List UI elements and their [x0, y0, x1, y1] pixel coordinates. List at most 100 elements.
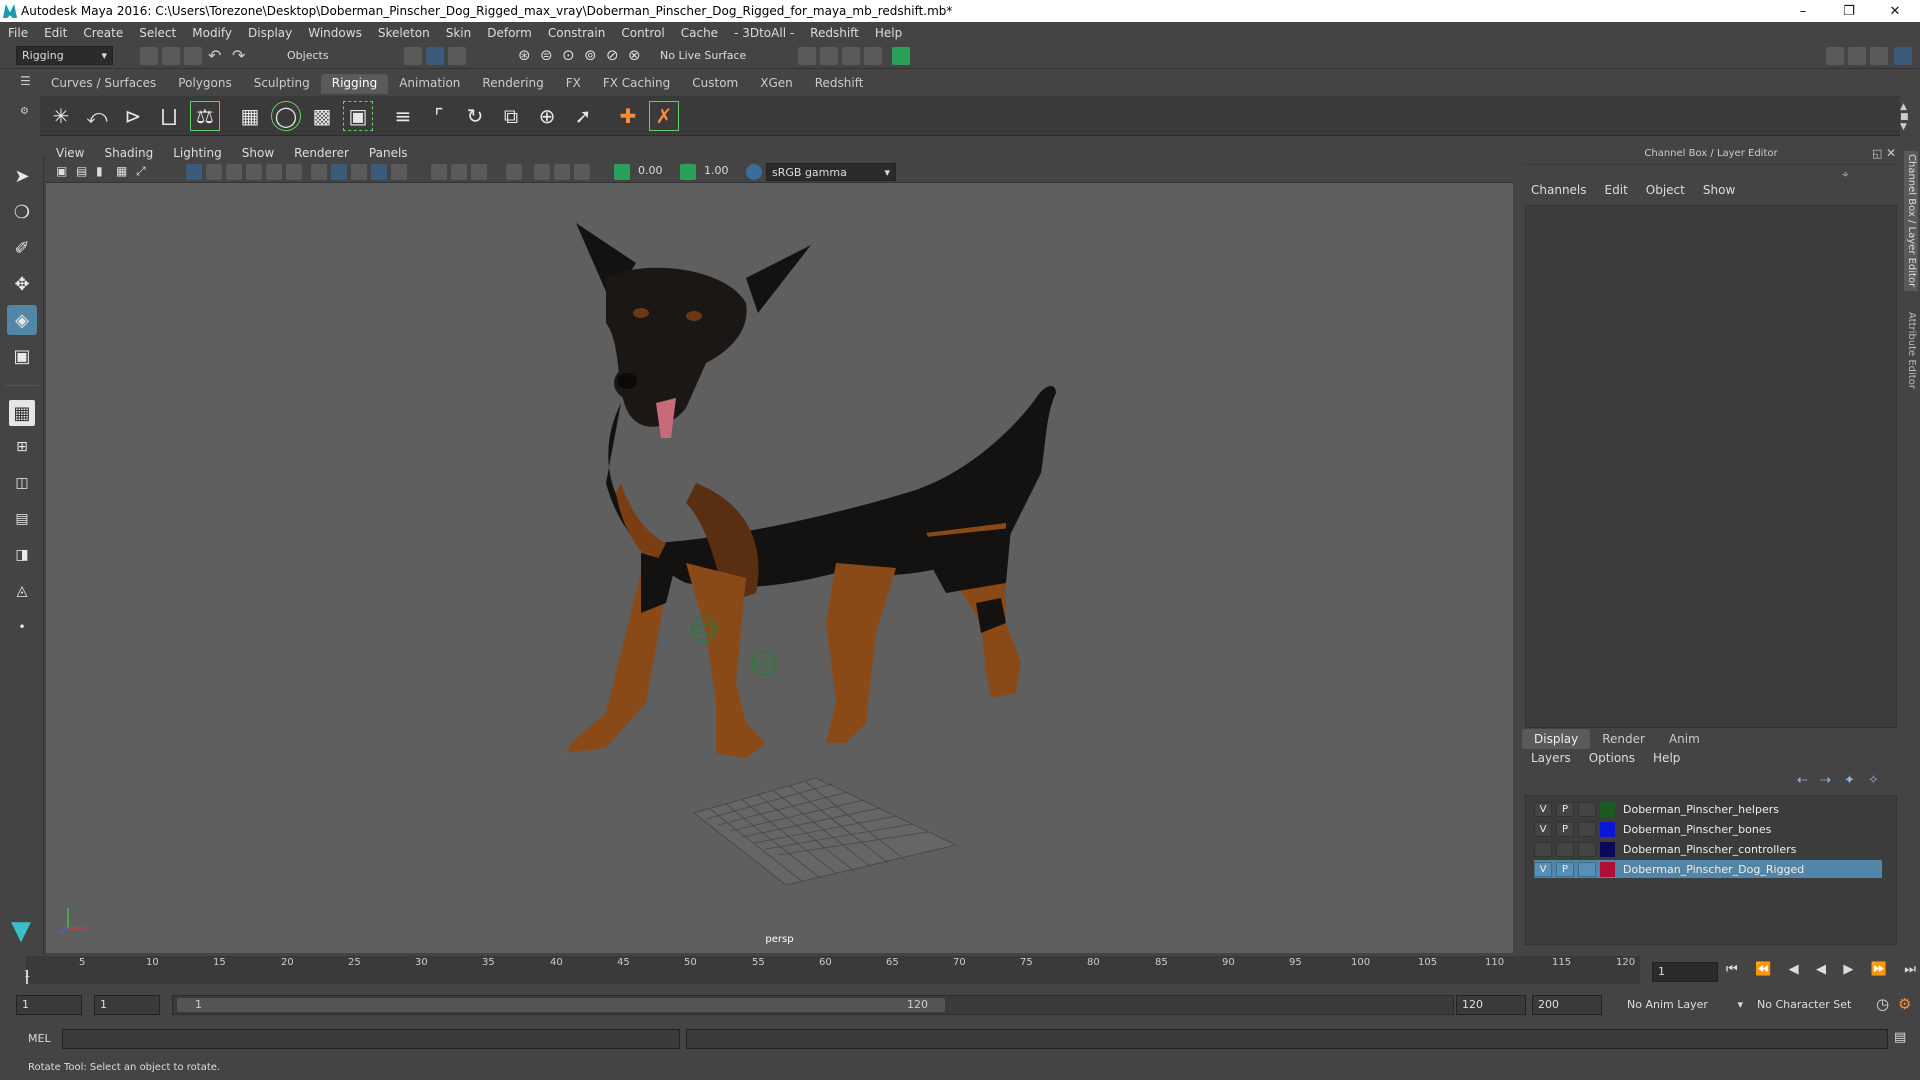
single-perspective-layout-icon[interactable]: ▦	[9, 400, 35, 426]
humanik-icon[interactable]: ⨆	[154, 101, 184, 131]
menuset-dropdown[interactable]: Rigging ▾	[16, 46, 113, 65]
move-layer-down-icon[interactable]: ⇢	[1820, 773, 1831, 788]
shelf-tab-animation[interactable]: Animation	[388, 74, 471, 94]
preferences-icon[interactable]: ⚙	[1898, 995, 1911, 1013]
snap-view-plane-icon[interactable]: ⊚	[584, 46, 597, 64]
hypershade-layout-icon[interactable]: ◨	[7, 540, 37, 570]
persp-graph-layout-icon[interactable]: ▤	[7, 504, 37, 534]
textured-icon[interactable]	[371, 164, 387, 180]
set-driven-key-icon[interactable]: ✗	[649, 100, 679, 131]
gate-mask-icon[interactable]	[246, 164, 262, 180]
redo-icon[interactable]: ↷	[232, 46, 245, 65]
exposure-icon[interactable]	[614, 164, 630, 180]
mel-label[interactable]: MEL	[28, 1032, 51, 1045]
paint-weights-icon[interactable]: ◯	[271, 100, 301, 131]
edit-menu[interactable]: Edit	[1596, 183, 1637, 197]
current-frame-field[interactable]: 1	[1652, 962, 1718, 982]
layer-visibility-toggle[interactable]: V	[1534, 801, 1552, 817]
resolution-gate-icon[interactable]	[226, 164, 242, 180]
orient-constraint-icon[interactable]: ⊕	[532, 101, 562, 131]
new-layer-icon[interactable]: ✦	[1844, 773, 1855, 788]
move-layer-up-icon[interactable]: ⇠	[1797, 773, 1808, 788]
select-hierarchy-icon[interactable]	[404, 47, 422, 65]
ipr-render-icon[interactable]	[842, 47, 860, 65]
snap-curve-icon[interactable]: ⊜	[540, 46, 553, 64]
tab-render[interactable]: Render	[1590, 729, 1657, 749]
playback-start-field[interactable]: 1	[94, 995, 160, 1015]
undo-icon[interactable]: ↶	[208, 46, 221, 65]
menu-skeleton[interactable]: Skeleton	[370, 26, 438, 40]
layer-playback-toggle[interactable]	[1556, 841, 1574, 857]
shelf-tab-fx-caching[interactable]: FX Caching	[592, 74, 681, 94]
layer-row[interactable]: V P Doberman_Pinscher_bones	[1534, 820, 1882, 838]
2d-pan-zoom-icon[interactable]: ⤢	[136, 164, 146, 179]
help-menu[interactable]: Help	[1644, 751, 1689, 765]
menu-help[interactable]: Help	[867, 26, 910, 40]
menu-cache[interactable]: Cache	[673, 26, 726, 40]
render-settings-icon[interactable]	[864, 47, 882, 65]
step-forward-key-icon[interactable]: ⏩	[1871, 962, 1887, 982]
xray-joints-icon[interactable]	[554, 164, 570, 180]
viewport-menu-lighting[interactable]: Lighting	[163, 146, 232, 160]
show-menu[interactable]: Show	[1694, 183, 1744, 197]
go-to-end-icon[interactable]: ⏭	[1904, 962, 1916, 982]
smooth-shade-icon[interactable]	[331, 164, 347, 180]
play-backward-icon[interactable]: ◀	[1816, 962, 1826, 982]
viewport-menu-show[interactable]: Show	[232, 146, 284, 160]
layer-display-type-toggle[interactable]	[1578, 861, 1596, 877]
close-panel-icon[interactable]: ✕	[1886, 146, 1896, 160]
camera-select-icon[interactable]: ▣	[56, 164, 67, 178]
viewport-menu-view[interactable]: View	[46, 146, 94, 160]
use-all-lights-icon[interactable]	[391, 164, 407, 180]
playback-end-field[interactable]: 120	[1456, 995, 1526, 1015]
auto-key-icon[interactable]: ◷	[1876, 995, 1889, 1013]
new-layer-from-selection-icon[interactable]: ✧	[1868, 773, 1879, 788]
bookmark-icon[interactable]: ▮	[96, 164, 103, 178]
selection-mode-dropdown[interactable]: Objects	[282, 46, 376, 65]
view-transform-dropdown[interactable]: sRGB gamma ▾	[766, 163, 896, 181]
image-plane-icon[interactable]: ▦	[116, 164, 127, 178]
channel-box-toggle-icon[interactable]	[1894, 47, 1912, 65]
layer-playback-toggle[interactable]: P	[1556, 801, 1574, 817]
shelf-tab-curves-surfaces[interactable]: Curves / Surfaces	[40, 74, 167, 94]
tab-display[interactable]: Display	[1522, 729, 1591, 749]
locator-icon[interactable]: ✚	[613, 101, 643, 131]
backface-culling-icon[interactable]	[574, 164, 590, 180]
layer-visibility-toggle[interactable]	[1534, 841, 1552, 857]
layer-color-swatch[interactable]	[1600, 821, 1615, 837]
object-menu[interactable]: Object	[1637, 183, 1694, 197]
snap-grid-icon[interactable]: ⊛	[518, 46, 531, 64]
layer-color-swatch[interactable]	[1600, 801, 1615, 817]
channel-box-options-icon[interactable]: ⌖	[1842, 167, 1849, 182]
step-back-frame-icon[interactable]: ◀	[1789, 962, 1799, 982]
menu-constrain[interactable]: Constrain	[540, 26, 614, 40]
layer-display-type-toggle[interactable]	[1578, 801, 1596, 817]
shelf-scroll-up-icon[interactable]: ▲ ■ ▼	[1900, 102, 1909, 132]
color-management-icon[interactable]	[746, 164, 762, 180]
safe-action-icon[interactable]	[286, 164, 302, 180]
grid-toggle-icon[interactable]	[186, 164, 202, 180]
render-view-icon[interactable]	[798, 47, 816, 65]
four-view-layout-icon[interactable]: ⊞	[7, 432, 37, 462]
menu-skin[interactable]: Skin	[438, 26, 480, 40]
menu-3dtoall[interactable]: - 3DtoAll -	[726, 26, 802, 40]
select-tool-icon[interactable]: ➤	[7, 161, 37, 191]
float-panel-icon[interactable]: ◱	[1872, 147, 1882, 160]
paint-select-tool-icon[interactable]: ✐	[7, 233, 37, 263]
layer-row[interactable]: V P Doberman_Pinscher_helpers	[1534, 800, 1882, 818]
menu-edit[interactable]: Edit	[36, 26, 75, 40]
menu-create[interactable]: Create	[75, 26, 131, 40]
xray-icon[interactable]	[534, 164, 550, 180]
layer-color-swatch[interactable]	[1600, 841, 1615, 857]
command-input[interactable]	[62, 1029, 680, 1049]
menu-windows[interactable]: Windows	[300, 26, 370, 40]
snap-point-icon[interactable]: ⊙	[562, 46, 575, 64]
ik-spline-icon[interactable]: ⊳	[118, 101, 148, 131]
animation-start-field[interactable]: 1	[16, 995, 82, 1015]
persp-uv-layout-icon[interactable]: ◬	[7, 576, 37, 606]
layers-menu[interactable]: Layers	[1522, 751, 1580, 765]
shelf-tab-polygons[interactable]: Polygons	[167, 74, 242, 94]
channel-box-body[interactable]	[1525, 205, 1897, 728]
shadows-icon[interactable]	[431, 164, 447, 180]
play-forward-icon[interactable]: ▶	[1843, 962, 1853, 982]
